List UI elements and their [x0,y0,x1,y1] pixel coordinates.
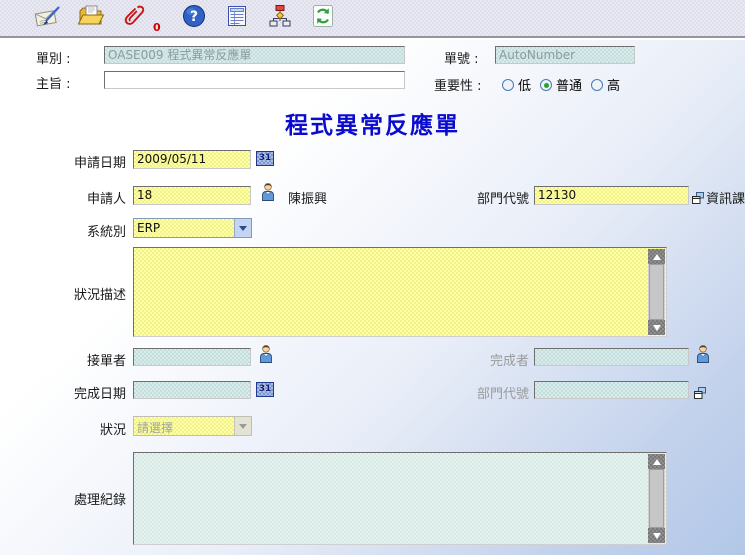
process-record-label: 處理紀錄 [30,489,126,508]
importance-low-label: 低 [518,75,531,94]
vertical-scrollbar[interactable] [648,249,665,335]
send-mail-icon [34,3,62,33]
refresh-icon [310,3,336,33]
form-document-button[interactable] [223,4,251,32]
page-title: 程式異常反應單 [0,106,745,140]
org-chart-button[interactable] [266,4,294,32]
scroll-down-button[interactable] [648,320,665,335]
refresh-button[interactable] [309,4,337,32]
dept-code-label: 部門代號 [433,188,529,207]
org-chart-icon [267,3,293,33]
receiver-field[interactable] [133,348,251,366]
open-folder-icon [77,3,105,33]
paperclip-icon [123,3,145,33]
chevron-down-icon [234,417,251,435]
dept-code2-label: 部門代號 [433,383,529,402]
form-type-field[interactable]: OASE009 程式異常反應單 [104,46,405,64]
attachment-button[interactable] [120,4,148,32]
importance-normal-label: 普通 [556,75,582,94]
status-desc-label: 狀況描述 [30,284,126,303]
process-record-textarea[interactable] [133,452,667,545]
system-type-select[interactable]: ERP [133,218,252,238]
scroll-thumb[interactable] [649,469,664,528]
toolbar: 0 ? [0,0,745,36]
help-icon: ? [181,3,207,33]
scroll-thumb[interactable] [649,264,664,320]
apply-date-field[interactable]: 2009/05/11 [133,150,251,169]
triangle-up-icon [653,254,661,260]
calendar-picker-icon[interactable]: 31 [256,151,274,166]
toolbar-separator [0,36,745,40]
status-label: 狀況 [30,419,126,438]
form-no-label: 單號 : [444,48,479,67]
subject-field[interactable] [104,71,405,89]
triangle-down-icon [653,533,661,539]
scroll-up-button[interactable] [648,249,665,264]
dept-lookup-icon[interactable] [691,190,705,209]
status-select[interactable]: 請選擇 [133,416,252,436]
status-desc-textarea[interactable] [133,247,667,337]
scroll-down-button[interactable] [648,528,665,543]
person-lookup-icon[interactable] [695,344,711,367]
send-mail-button[interactable] [34,4,62,32]
applicant-name-text: 陳振興 [288,188,327,207]
form-type-label: 單別 : [36,48,71,67]
system-type-label: 系統別 [30,221,126,240]
subject-label: 主旨 : [36,73,71,92]
app-window: 0 ? [0,0,745,555]
attachment-count-badge: 0 [153,21,161,34]
form-no-field[interactable]: AutoNumber [495,46,635,64]
system-type-value: ERP [134,219,234,237]
dept-code-field[interactable]: 12130 [534,186,689,205]
person-lookup-icon[interactable] [260,182,276,205]
status-value: 請選擇 [134,417,234,435]
applicant-field[interactable]: 18 [133,186,251,205]
calendar-picker-icon[interactable]: 31 [256,382,274,397]
receiver-label: 接單者 [30,350,126,369]
chevron-down-icon[interactable] [234,219,251,237]
dept-name-text: 資訊課 [706,188,745,207]
completer-label: 完成者 [433,350,529,369]
open-folder-button[interactable] [77,4,105,32]
completer-field[interactable] [534,348,689,366]
importance-high-label: 高 [607,75,620,94]
scroll-up-button[interactable] [648,454,665,469]
applicant-label: 申請人 [30,188,126,207]
importance-normal-radio[interactable] [540,79,552,91]
dept-code2-field[interactable] [534,381,689,399]
person-lookup-icon[interactable] [258,344,274,367]
complete-date-field[interactable] [133,381,251,399]
importance-low-radio[interactable] [502,79,514,91]
form-document-icon [224,3,250,33]
svg-text:?: ? [190,9,198,25]
complete-date-label: 完成日期 [30,383,126,402]
apply-date-label: 申請日期 [30,152,126,171]
importance-radio-group: 低 普通 高 [502,75,626,94]
triangle-up-icon [653,459,661,465]
importance-high-radio[interactable] [591,79,603,91]
help-button[interactable]: ? [180,4,208,32]
vertical-scrollbar[interactable] [648,454,665,543]
importance-label: 重要性 : [434,75,482,94]
dept-lookup-icon[interactable] [693,385,707,404]
triangle-down-icon [653,325,661,331]
